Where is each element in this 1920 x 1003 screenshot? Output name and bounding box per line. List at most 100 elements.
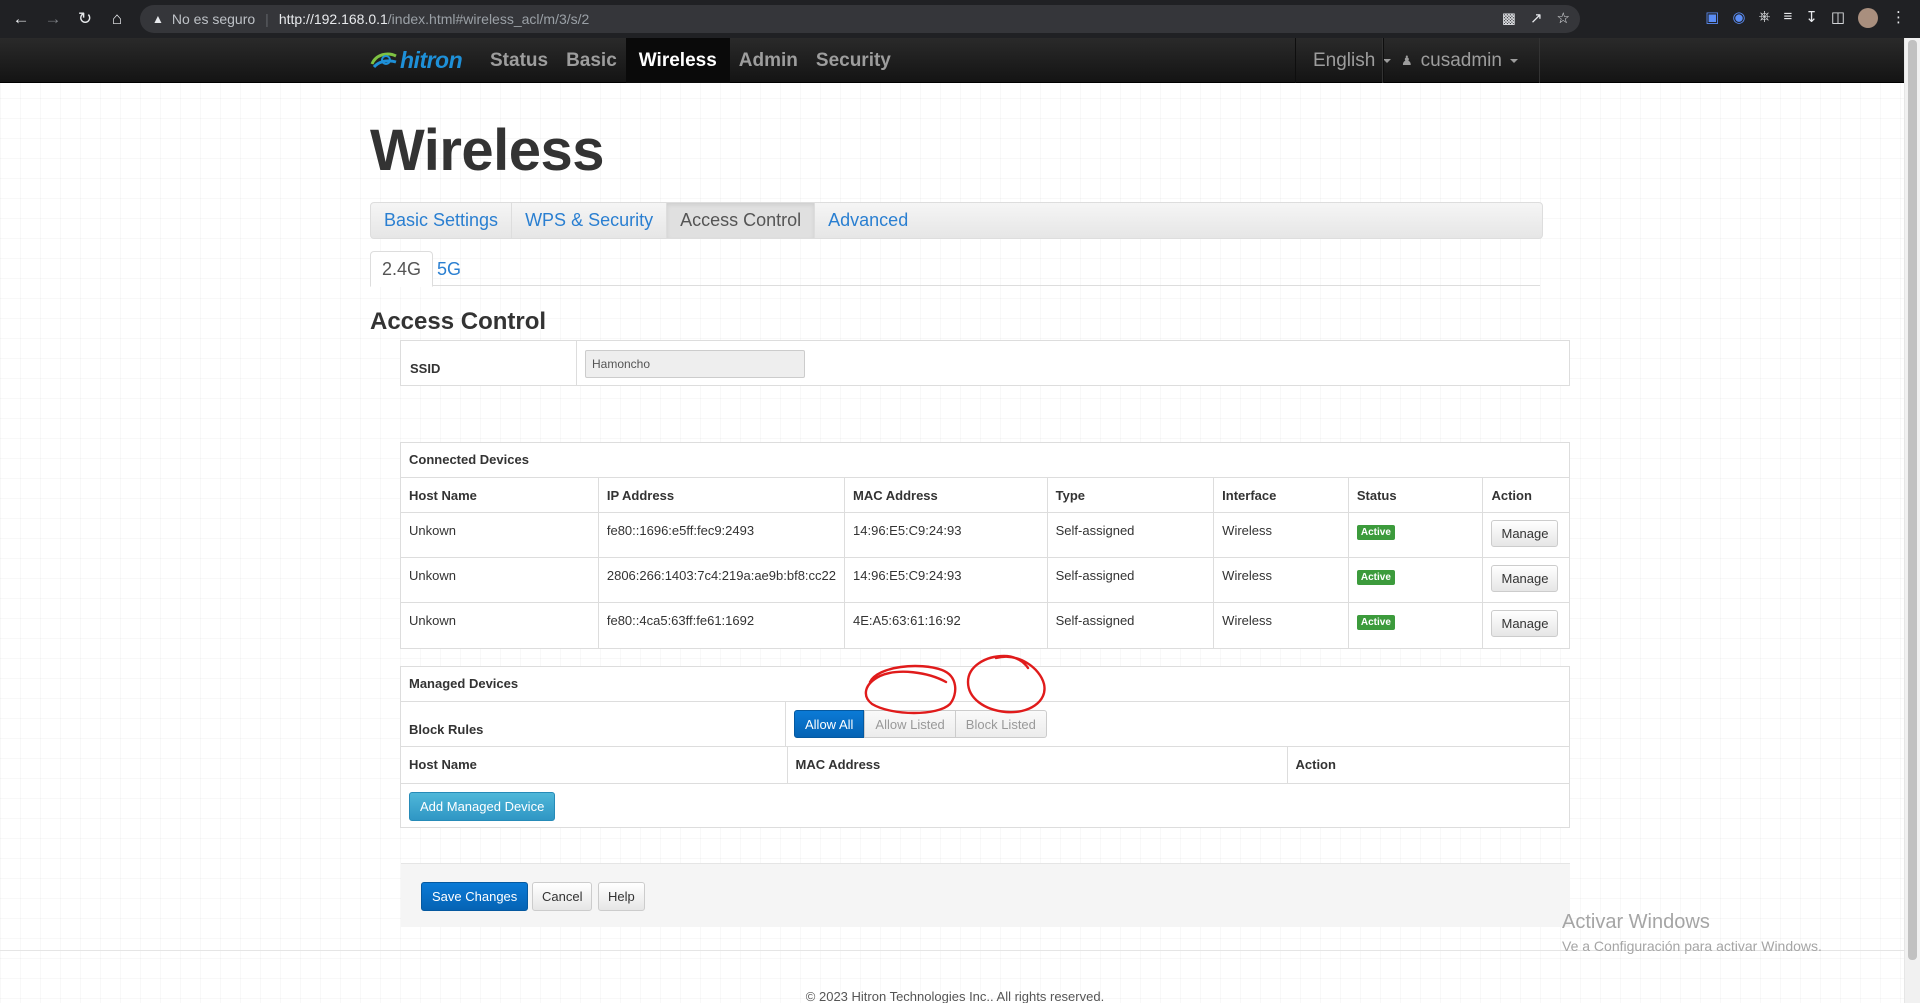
nav-security[interactable]: Security [807,38,900,83]
tab-wps-security[interactable]: WPS & Security [512,203,668,238]
ip-address-cell: 2806:266:1403:7c4:219a:ae9b:bf8:cc22 [597,557,845,603]
user-icon: ♟ [1401,52,1413,68]
url-path[interactable]: /index.html#wireless_acl/m/3/s/2 [388,11,590,27]
windows-activation-watermark: Activar Windows Ve a Configuración para … [1562,911,1822,954]
hitron-swirl-icon [370,52,397,69]
profile-avatar[interactable] [1858,8,1878,28]
nav-status[interactable]: Status [481,38,557,83]
column-header: Action [1482,477,1569,513]
hitron-logo[interactable]: hitron [370,46,463,73]
manage-button[interactable]: Manage [1491,565,1559,592]
user-dropdown[interactable]: ♟ cusadmin [1383,38,1540,83]
nav-basic[interactable]: Basic [557,38,626,83]
watermark-subtitle: Ve a Configuración para activar Windows. [1562,938,1822,954]
mac-address-cell: 14:96:E5:C9:24:93 [844,557,1048,603]
manage-button[interactable]: Manage [1491,520,1559,547]
save-changes-button[interactable]: Save Changes [421,882,529,911]
ip-address-cell: fe80::4ca5:63ff:fe61:1692 [597,602,845,648]
ssid-panel: SSID [400,340,1570,386]
type-cell: Self-assigned [1046,557,1214,603]
managed-devices-panel: Managed Devices Block Rules Allow All Al… [400,666,1570,828]
translate-extension-icon[interactable]: ▣ [1705,8,1719,28]
tab-2-4g[interactable]: 2.4G [370,251,434,287]
block-listed-button[interactable]: Block Listed [955,710,1047,738]
table-row: Unkown fe80::4ca5:63ff:fe61:1692 4E:A5:6… [401,602,1569,648]
warning-icon[interactable]: ▲ [152,12,164,26]
table-header-row: Host Name MAC Address Action [401,746,1569,783]
nav-wireless[interactable]: Wireless [625,38,730,83]
mac-address-cell: 14:96:E5:C9:24:93 [844,512,1048,558]
shield-extension-icon[interactable]: ◉ [1732,8,1745,28]
more-options-icon[interactable]: ⋮ [1891,8,1906,28]
type-cell: Self-assigned [1046,602,1214,648]
allow-listed-button[interactable]: Allow Listed [864,710,956,738]
status-badge: Active [1356,570,1395,585]
url-host[interactable]: http://192.168.0.1 [279,11,388,27]
band-tabs: 2.4G 5G [370,251,1540,287]
action-cell: Manage [1482,602,1569,648]
logo-text: hitron [400,46,463,73]
type-cell: Self-assigned [1046,512,1214,558]
tab-access-control[interactable]: Access Control [667,203,816,238]
scrollbar-thumb[interactable] [1908,40,1917,960]
managed-devices-title: Managed Devices [409,676,519,691]
nav-admin[interactable]: Admin [730,38,807,83]
top-navbar: hitron Status Basic Wireless Admin Secur… [0,38,1904,83]
add-managed-device-button[interactable]: Add Managed Device [409,791,556,821]
allow-all-button[interactable]: Allow All [794,710,865,738]
table-row: Unkown 2806:266:1403:7c4:219a:ae9b:bf8:c… [401,557,1569,603]
block-rules-toggle: Allow All Allow Listed Block Listed [794,710,1047,738]
tab-basic-settings[interactable]: Basic Settings [371,203,513,238]
status-cell: Active [1347,602,1483,648]
reload-icon[interactable]: ↻ [74,8,96,30]
user-label: cusadmin [1420,49,1502,71]
home-icon[interactable]: ⌂ [106,8,128,30]
watermark-title: Activar Windows [1562,911,1710,933]
status-badge: Active [1356,525,1395,540]
share-icon[interactable]: ↗ [1530,9,1543,27]
back-icon[interactable]: ← [10,8,32,30]
tab-5g[interactable]: 5G [426,251,472,287]
download-icon[interactable]: ↧ [1805,8,1818,28]
connected-devices-table: Host Name IP Address MAC Address Type In… [401,477,1569,648]
ip-address-cell: fe80::1696:e5ff:fec9:2493 [597,512,845,558]
column-header: Action [1286,746,1569,783]
main-nav: Status Basic Wireless Admin Security [481,38,900,83]
table-header-row: Host Name IP Address MAC Address Type In… [401,477,1569,513]
forward-icon[interactable]: → [42,8,64,30]
managed-devices-table: Host Name MAC Address Action [401,746,1569,783]
host-name-cell: Unkown [401,512,599,558]
connected-devices-title: Connected Devices [409,452,529,467]
address-bar[interactable]: ▲ No es seguro | http://192.168.0.1/inde… [140,5,1580,33]
column-header: MAC Address [844,477,1048,513]
block-rules-row: Block Rules Allow All Allow Listed Block… [401,701,1569,746]
column-header: Status [1347,477,1483,513]
web-page: hitron Status Basic Wireless Admin Secur… [0,38,1904,1003]
block-rules-label: Block Rules [401,702,786,746]
security-label[interactable]: No es seguro [172,11,255,27]
page-scrollbar[interactable] [1904,38,1920,1003]
action-cell: Manage [1482,512,1569,558]
bookmark-star-icon[interactable]: ☆ [1557,9,1570,27]
action-cell: Manage [1482,557,1569,603]
puzzle-extensions-icon[interactable]: ⎈ [1758,8,1770,28]
status-cell: Active [1347,557,1483,603]
translate-icon[interactable]: ▩ [1502,9,1516,27]
cancel-button[interactable]: Cancel [532,882,593,911]
ssid-field[interactable] [585,350,805,378]
table-row: Unkown fe80::1696:e5ff:fec9:2493 14:96:E… [401,512,1569,558]
footer-copyright: © 2023 Hitron Technologies Inc.. All rig… [805,989,1105,1003]
manage-button[interactable]: Manage [1491,610,1559,637]
language-label: English [1313,49,1376,71]
status-cell: Active [1347,512,1483,558]
reading-list-icon[interactable]: ≡ [1783,8,1792,28]
side-panel-icon[interactable]: ◫ [1831,8,1845,28]
host-name-cell: Unkown [401,602,599,648]
address-divider: | [265,11,269,27]
section-title: Access Control [370,308,547,335]
column-header: Host Name [401,746,787,783]
language-dropdown[interactable]: English [1295,38,1392,83]
help-button[interactable]: Help [598,882,645,911]
tab-advanced[interactable]: Advanced [815,203,921,238]
interface-cell: Wireless [1213,512,1349,558]
